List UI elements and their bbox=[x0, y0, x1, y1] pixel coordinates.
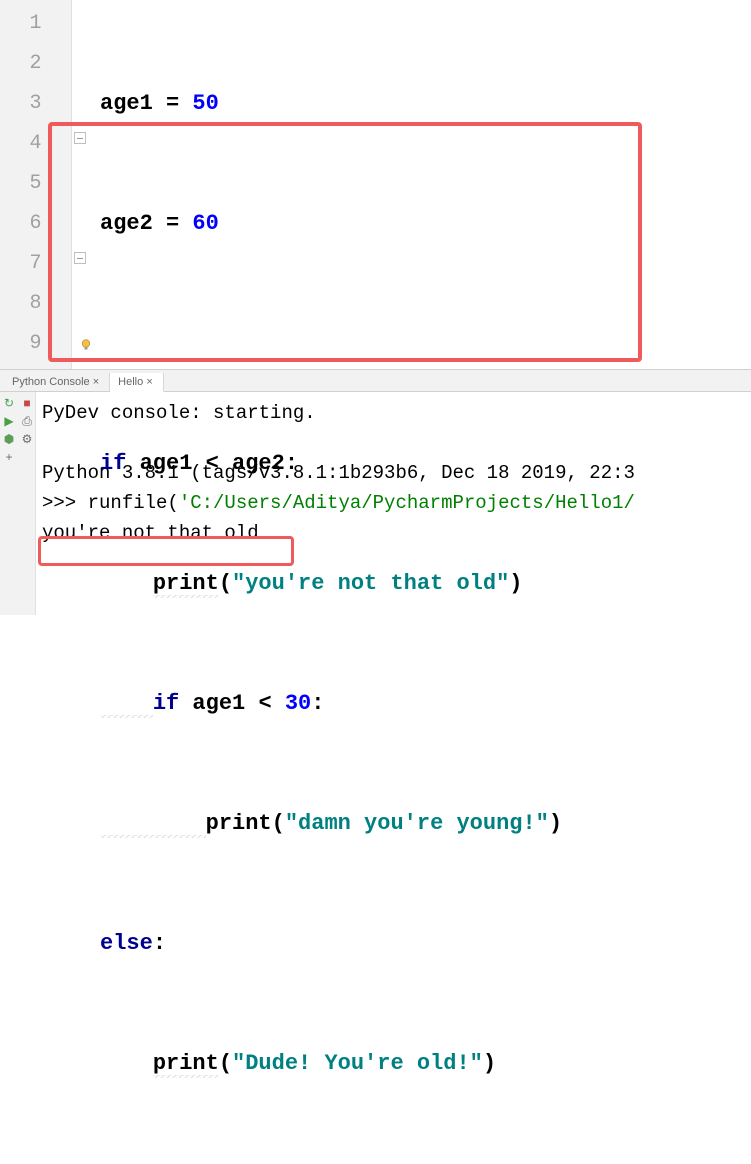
settings-icon[interactable]: ⚙ bbox=[20, 432, 34, 446]
print-icon[interactable]: ⎙ bbox=[20, 414, 34, 428]
console-toolbar: ↻ ■ ▶ ⎙ ⬢ ⚙ + bbox=[0, 392, 36, 615]
add-icon[interactable]: + bbox=[2, 450, 16, 464]
line-number: 1 bbox=[0, 4, 71, 44]
code-line[interactable]: print("Dude! You're old!") bbox=[90, 1044, 751, 1084]
code-line[interactable]: print("you're not that old") bbox=[90, 564, 751, 604]
line-number-gutter: 1 2 3 4 5 6 7 8 9 bbox=[0, 0, 72, 369]
code-line[interactable]: print("damn you're young!") bbox=[90, 804, 751, 844]
code-body[interactable]: age1 = 50 age2 = 60 if age1 < age2: prin… bbox=[90, 0, 751, 369]
line-number: 2 bbox=[0, 44, 71, 84]
fold-toggle-icon[interactable] bbox=[74, 252, 86, 264]
line-number: 5 bbox=[0, 164, 71, 204]
stop-icon[interactable]: ■ bbox=[20, 396, 34, 410]
tab-hello[interactable]: Hello × bbox=[110, 373, 164, 392]
code-line[interactable]: if age1 < 30: bbox=[90, 684, 751, 724]
line-number: 6 bbox=[0, 204, 71, 244]
fold-toggle-icon[interactable] bbox=[74, 132, 86, 144]
line-number: 4 bbox=[0, 124, 71, 164]
line-number: 9 bbox=[0, 324, 71, 364]
code-line[interactable]: age1 = 50 bbox=[90, 84, 751, 124]
tab-label: Hello bbox=[118, 376, 143, 388]
bug-icon[interactable]: ⬢ bbox=[2, 432, 16, 446]
run-icon[interactable]: ▶ bbox=[2, 414, 16, 428]
code-line[interactable]: age2 = 60 bbox=[90, 204, 751, 244]
rerun-icon[interactable]: ↻ bbox=[2, 396, 16, 410]
console-prompt: >>> bbox=[42, 492, 88, 514]
code-line[interactable] bbox=[90, 324, 751, 364]
code-editor[interactable]: 1 2 3 4 5 6 7 8 9 age1 = 50 age2 = 60 if… bbox=[0, 0, 751, 370]
line-number: 7 bbox=[0, 244, 71, 284]
line-number: 3 bbox=[0, 84, 71, 124]
close-icon[interactable]: × bbox=[146, 376, 152, 388]
code-line[interactable]: if age1 < age2: bbox=[90, 444, 751, 484]
tab-label: Python Console bbox=[12, 376, 90, 388]
code-line[interactable]: else: bbox=[90, 924, 751, 964]
line-number: 8 bbox=[0, 284, 71, 324]
fold-margin bbox=[72, 0, 90, 369]
